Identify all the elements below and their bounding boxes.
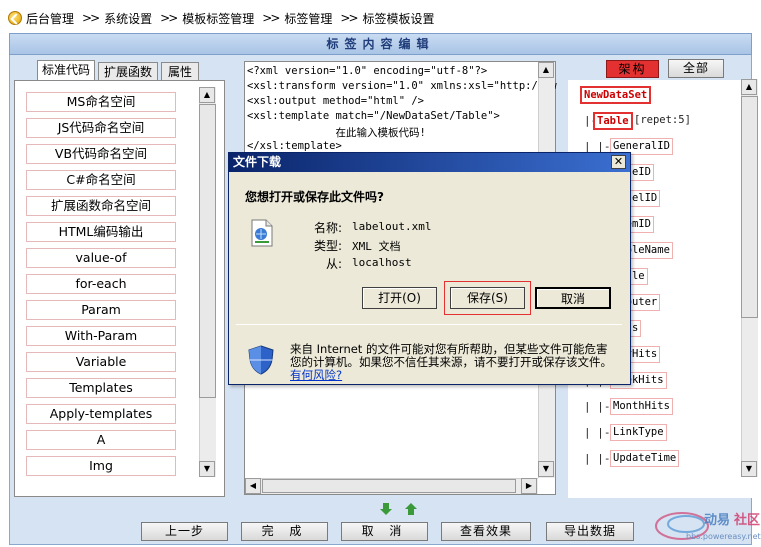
from-label: 从:: [325, 257, 342, 271]
scroll-up-icon[interactable]: ▲: [741, 79, 757, 95]
code-line: <xsl:transform version="1.0" xmlns:xsl="…: [247, 80, 557, 92]
tab-extension-functions[interactable]: 扩展函数: [98, 62, 158, 81]
home-icon: [8, 11, 22, 25]
code-line: 在此输入模板代码!: [247, 127, 426, 139]
snippet-item[interactable]: Param: [26, 300, 176, 320]
move-up-icon[interactable]: [405, 502, 417, 516]
dialog-divider: [236, 324, 622, 325]
breadcrumb: 后台管理 >> 系统设置 >> 模板标签管理 >> 标签管理 >> 标签模板设置: [0, 0, 761, 36]
snippet-item[interactable]: Templates: [26, 378, 176, 398]
scroll-down-icon[interactable]: ▼: [538, 461, 554, 477]
scroll-down-icon[interactable]: ▼: [199, 461, 215, 477]
snippet-item[interactable]: JS代码命名空间: [26, 118, 176, 138]
warning-text: 来自 Internet 的文件可能对您有所帮助，但某些文件可能危害您的计算机。如…: [290, 342, 612, 369]
all-button[interactable]: 全部: [668, 59, 724, 78]
name-value: labelout.xml: [352, 220, 432, 233]
type-label: 类型:: [313, 239, 342, 253]
code-line: <xsl:template match="/NewDataSet/Table">: [247, 110, 500, 122]
snippet-item[interactable]: for-each: [26, 274, 176, 294]
scrollbar-thumb[interactable]: [199, 104, 216, 398]
tree-root-node[interactable]: NewDataSet: [580, 86, 652, 104]
cancel-button[interactable]: 取 消: [341, 522, 428, 541]
snippet-item[interactable]: HTML编码输出: [26, 222, 176, 242]
tree-connector: | |-: [584, 426, 611, 439]
snippet-item[interactable]: VB代码命名空间: [26, 144, 176, 164]
svg-text:社区: 社区: [733, 512, 760, 528]
breadcrumb-separator: >>: [262, 11, 280, 25]
snippet-item[interactable]: MS命名空间: [26, 92, 176, 112]
open-button[interactable]: 打开(O): [362, 287, 437, 309]
dialog-cancel-button[interactable]: 取消: [535, 287, 611, 309]
scrollbar-thumb[interactable]: [262, 479, 516, 493]
snippet-item[interactable]: With-Param: [26, 326, 176, 346]
tree-connector: | |-: [584, 452, 611, 465]
snippet-item[interactable]: Img: [26, 456, 176, 476]
scroll-up-icon[interactable]: ▲: [538, 62, 554, 78]
snippet-item[interactable]: 扩展函数命名空间: [26, 196, 176, 216]
tree-field-node[interactable]: MonthHits: [610, 398, 673, 415]
breadcrumb-item[interactable]: 标签管理: [284, 10, 332, 27]
breadcrumb-separator: >>: [340, 11, 358, 25]
save-button[interactable]: 保存(S): [450, 287, 525, 309]
export-data-button[interactable]: 导出数据: [546, 522, 634, 541]
tab-properties[interactable]: 属性: [161, 62, 199, 81]
tree-table-repeat: [repet:5]: [634, 114, 691, 126]
scroll-left-icon[interactable]: ◀: [245, 478, 261, 494]
watermark-text: bbs.powereasy.net: [686, 532, 761, 541]
previous-step-button[interactable]: 上一步: [141, 522, 228, 541]
scroll-down-icon[interactable]: ▼: [741, 461, 757, 477]
move-down-icon[interactable]: [380, 502, 392, 516]
tab-standard-code[interactable]: 标准代码: [37, 60, 95, 81]
code-line: <?xml version="1.0" encoding="utf-8"?>: [247, 65, 488, 77]
tree-field-node[interactable]: LinkType: [610, 424, 667, 441]
scroll-up-icon[interactable]: ▲: [199, 87, 215, 103]
dialog-warning-text: 来自 Internet 的文件可能对您有所帮助，但某些文件可能危害您的计算机。如…: [290, 343, 612, 382]
breadcrumb-item[interactable]: 后台管理: [26, 10, 74, 27]
finish-button[interactable]: 完 成: [241, 522, 328, 541]
snippet-item[interactable]: A: [26, 430, 176, 450]
close-icon[interactable]: ✕: [611, 155, 626, 169]
code-line: <xsl:output method="html" />: [247, 95, 425, 107]
scroll-right-icon[interactable]: ▶: [521, 478, 537, 494]
breadcrumb-item[interactable]: 系统设置: [104, 10, 152, 27]
preview-button[interactable]: 查看效果: [441, 522, 531, 541]
snippet-item[interactable]: C#命名空间: [26, 170, 176, 190]
snippet-item[interactable]: Apply-templates: [26, 404, 176, 424]
security-shield-icon: [248, 345, 274, 375]
code-line: </xsl:template>: [247, 140, 342, 152]
name-label: 名称:: [313, 221, 342, 235]
breadcrumb-item[interactable]: 模板标签管理: [182, 10, 254, 27]
snippet-item[interactable]: Variable: [26, 352, 176, 372]
breadcrumb-item-current: 标签模板设置: [362, 11, 435, 26]
tree-connector: | |-: [584, 400, 611, 413]
tree-field-node[interactable]: UpdateTime: [610, 450, 680, 467]
breadcrumb-separator: >>: [82, 11, 100, 25]
dialog-title: 文件下载: [229, 153, 630, 172]
type-value: XML 文档: [352, 240, 401, 253]
risk-link[interactable]: 有何风险?: [290, 368, 342, 382]
dialog-question: 您想打开或保存此文件吗?: [245, 190, 384, 204]
svg-text:动易: 动易: [704, 513, 730, 528]
breadcrumb-separator: >>: [160, 11, 178, 25]
scrollbar-thumb[interactable]: [741, 96, 758, 318]
from-value: localhost: [352, 256, 412, 269]
structure-button[interactable]: 架构: [606, 60, 659, 78]
tree-table-node[interactable]: Table: [593, 112, 633, 130]
editor-header-title: 标签内容编辑: [9, 33, 752, 55]
snippet-item[interactable]: value-of: [26, 248, 176, 268]
